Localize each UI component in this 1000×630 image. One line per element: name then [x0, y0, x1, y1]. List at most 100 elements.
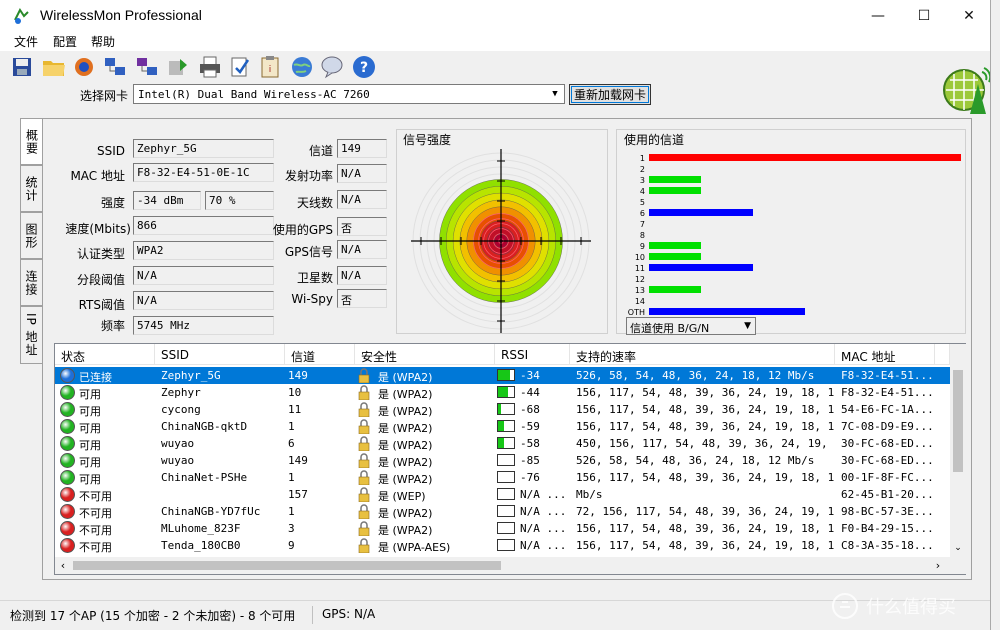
ap-ssid: MLuhome_823F	[161, 522, 241, 535]
ap-row[interactable]: 不可用 MLuhome_823F 3 是 (WPA2) N/A ... 156, 117,…	[55, 520, 950, 537]
tab-statistics[interactable]: 统计	[20, 165, 42, 212]
maximize-button[interactable]: ☐	[901, 0, 947, 31]
ap-rates: 450, 156, 117, 54, 48, 39, 36, 24, 19, 1…	[576, 437, 834, 450]
rssi-bar-fill	[498, 421, 504, 431]
vertical-scrollbar[interactable]: ⌄	[950, 344, 966, 557]
record-icon[interactable]	[70, 53, 98, 81]
reload-nic-button[interactable]: 重新加载网卡	[569, 84, 651, 105]
column-header-3[interactable]: 安全性	[355, 344, 495, 365]
tab-ip-address[interactable]: IP 地址	[20, 306, 42, 364]
nic-row: 选择网卡 Intel(R) Dual Band Wireless-AC 7260…	[0, 83, 990, 105]
channel-field: 149	[337, 139, 387, 158]
column-header-2[interactable]: 信道	[285, 344, 355, 365]
frequency-field: 5745 MHz	[133, 316, 274, 335]
horizontal-scrollbar[interactable]: ‹ ›	[55, 557, 966, 574]
lock-icon	[358, 504, 370, 520]
title-bar[interactable]: WirelessMon Professional — ☐ ✕	[0, 0, 990, 31]
ap-status: 可用	[79, 405, 101, 418]
ap-row[interactable]: 不可用 157 是 (WEP) N/A ... Mb/s 62-45-B1-20...	[55, 486, 950, 503]
channel-bar-9	[649, 242, 701, 249]
vertical-scroll-thumb[interactable]	[953, 370, 963, 472]
ap-row[interactable]: 不可用 ChinaNGB-YD7fUc 1 是 (WPA2) N/A ... 72, 15…	[55, 503, 950, 520]
column-header-0[interactable]: 状态	[55, 344, 155, 365]
network-computers-icon[interactable]	[101, 53, 129, 81]
status-dot-icon	[60, 487, 75, 502]
help-icon[interactable]: ?	[350, 53, 378, 81]
gps-signal-label: GPS信号	[284, 245, 333, 259]
ap-row[interactable]: 不可用 Tenda_180CB0 9 是 (WPA-AES) N/A ... 156, 1…	[55, 537, 950, 554]
scroll-right-arrow-icon[interactable]: ›	[930, 557, 946, 574]
ap-row[interactable]: 可用 cycong 11 是 (WPA2) -68 156, 117, 54, 48, 3…	[55, 401, 950, 418]
chat-icon[interactable]	[318, 53, 346, 81]
open-folder-icon[interactable]	[40, 53, 68, 81]
ap-status: 可用	[79, 422, 101, 435]
export-icon[interactable]	[164, 53, 192, 81]
save-icon[interactable]	[8, 53, 36, 81]
ap-status: 可用	[79, 456, 101, 469]
lock-icon	[358, 538, 370, 554]
nic-select[interactable]: Intel(R) Dual Band Wireless-AC 7260 ▼	[133, 84, 565, 104]
ap-rates: Mb/s	[576, 488, 603, 501]
ap-security: 是 (WPA2)	[378, 524, 433, 537]
channel-mode-select[interactable]: 信道使用 B/G/N ▼	[626, 317, 756, 335]
menu-config[interactable]: 配置	[53, 33, 77, 50]
tab-connection[interactable]: 连接	[20, 259, 42, 306]
channel-label: 信道	[308, 144, 333, 158]
lock-icon	[358, 385, 370, 401]
ap-mac: F8-32-E4-51...	[841, 386, 934, 399]
menu-help[interactable]: 帮助	[91, 33, 115, 50]
ap-row[interactable]: 可用 ChinaNGB-qktD 1 是 (WPA2) -59 156, 117, 54,…	[55, 418, 950, 435]
ap-row[interactable]: 可用 wuyao 149 是 (WPA2) -85 526, 58, 54, 48, 36…	[55, 452, 950, 469]
clipboard-icon[interactable]: i	[256, 53, 284, 81]
rssi-bar	[497, 488, 515, 500]
print-icon[interactable]	[196, 53, 224, 81]
column-header-extra[interactable]	[935, 344, 950, 365]
tab-summary[interactable]: 概要	[20, 118, 44, 165]
network-settings-icon[interactable]	[133, 53, 161, 81]
lock-icon	[358, 419, 370, 435]
tab-graph[interactable]: 图形	[20, 212, 42, 259]
frag-threshold-field: N/A	[133, 266, 274, 285]
ap-channel: 157	[288, 488, 308, 501]
wispy-label: Wi-Spy	[291, 292, 333, 306]
column-header-5[interactable]: 支持的速率	[570, 344, 835, 365]
ap-row[interactable]: 可用 Zephyr 10 是 (WPA2) -44 156, 117, 54, 48, 3…	[55, 384, 950, 401]
menu-file[interactable]: 文件	[14, 33, 38, 50]
ap-status: 不可用	[79, 490, 112, 503]
gps-used-label: 使用的GPS	[272, 223, 333, 237]
nic-label: 选择网卡	[80, 89, 129, 103]
rssi-bar-fill	[498, 370, 510, 380]
ap-channel: 149	[288, 454, 308, 467]
ssid-field: Zephyr_5G	[133, 139, 274, 158]
ap-row[interactable]: 可用 wuyao 6 是 (WPA2) -58 450, 156, 117, 54, 48…	[55, 435, 950, 452]
lock-icon	[358, 453, 370, 469]
tab-statistics-label: 统计	[24, 175, 38, 202]
globe-icon[interactable]	[288, 53, 316, 81]
connection-info: SSID Zephyr_5G MAC 地址 F8-32-E4-51-0E-1C …	[43, 119, 398, 339]
ap-ssid: Zephyr_5G	[161, 369, 221, 382]
channel-usage-title: 使用的信道	[624, 131, 685, 148]
close-button[interactable]: ✕	[946, 0, 992, 31]
ap-rssi: N/A ...	[520, 488, 567, 501]
report-icon[interactable]	[226, 53, 254, 81]
frag-threshold-label: 分段阈值	[76, 273, 125, 287]
ap-row[interactable]: 可用 ChinaNet-PSHe 1 是 (WPA2) -76 156, 117, 54,…	[55, 469, 950, 486]
ap-rssi: -68	[520, 403, 540, 416]
status-divider	[312, 606, 313, 624]
status-dot-icon	[60, 453, 75, 468]
column-header-1[interactable]: SSID	[155, 344, 285, 365]
chevron-down-icon: ▼	[744, 321, 751, 331]
horizontal-scroll-thumb[interactable]	[73, 561, 501, 570]
scroll-down-arrow-icon[interactable]: ⌄	[950, 540, 966, 556]
ap-mac: 30-FC-68-ED...	[841, 454, 934, 467]
column-header-6[interactable]: MAC 地址	[835, 344, 935, 365]
minimize-button[interactable]: —	[855, 0, 901, 31]
ap-ssid: ChinaNGB-YD7fUc	[161, 505, 261, 518]
ap-row[interactable]: 已连接 Zephyr_5G 149 是 (WPA2) -34 526, 58, 54, 4…	[55, 367, 950, 384]
column-header-4[interactable]: RSSI	[495, 344, 570, 365]
rssi-bar	[497, 471, 515, 483]
channel-bar-13	[649, 286, 701, 293]
channel-label-10: 10	[635, 253, 645, 262]
ap-status: 可用	[79, 439, 101, 452]
scroll-left-arrow-icon[interactable]: ‹	[55, 557, 71, 574]
